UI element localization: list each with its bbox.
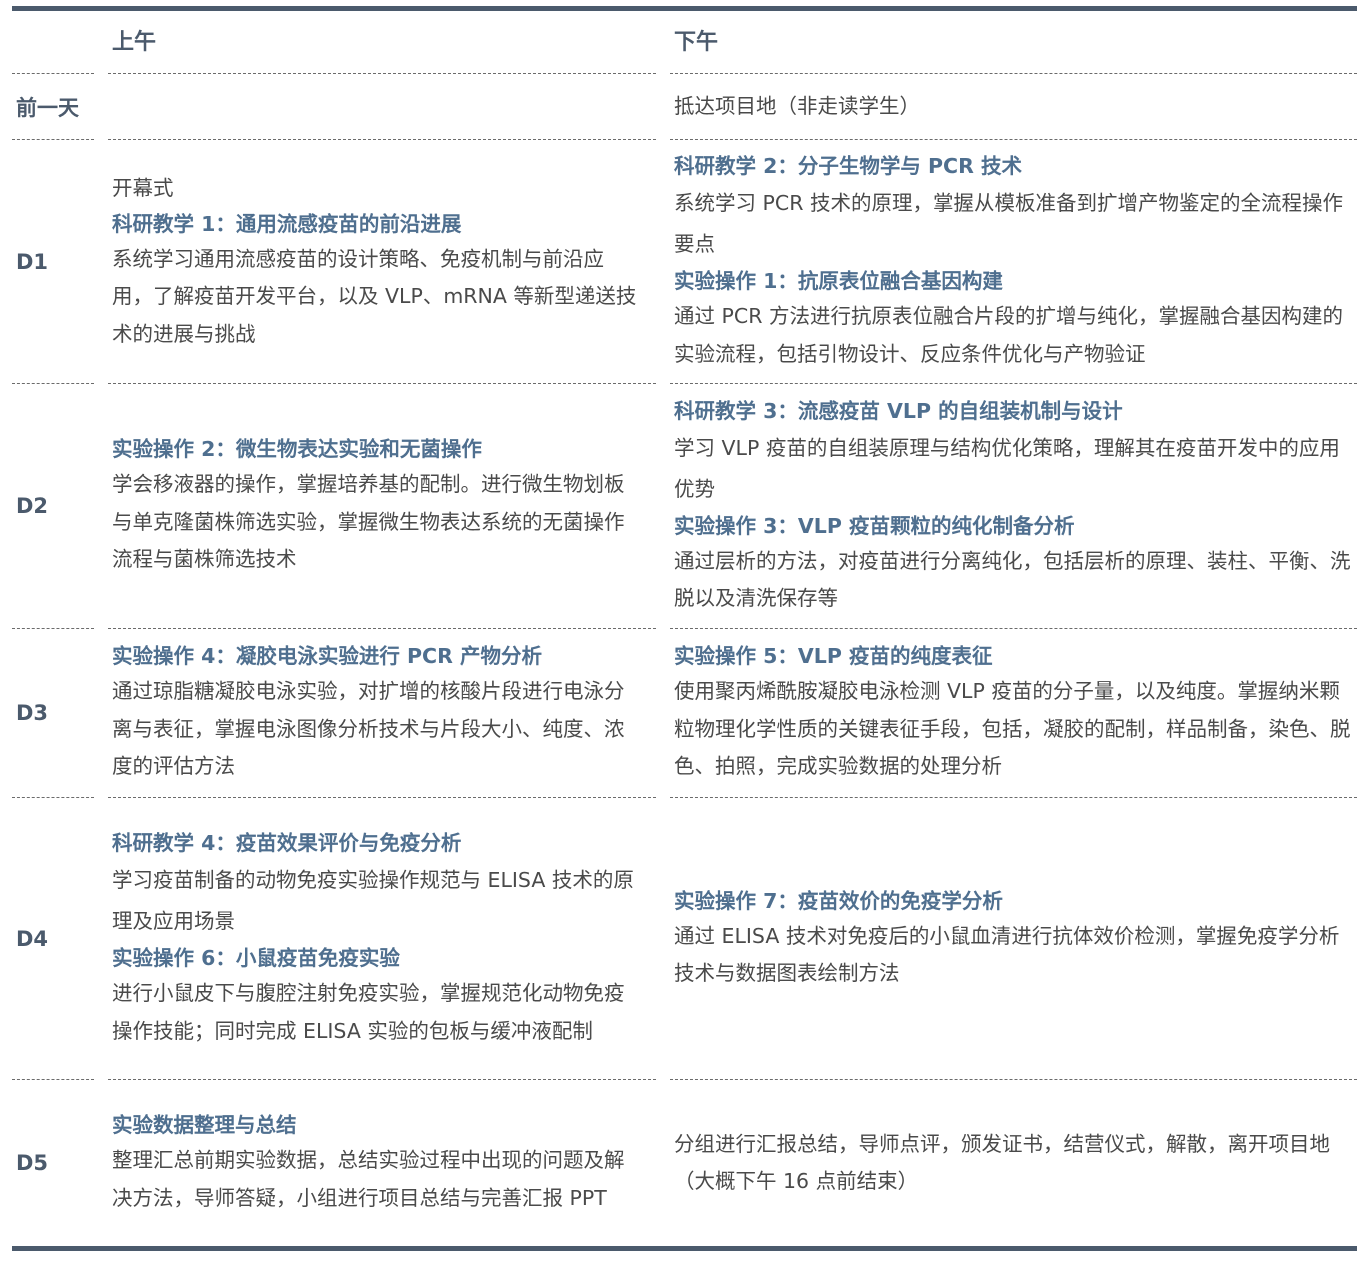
afternoon-cell: 实验操作 7：疫苗效价的免疫学分析 通过 ELISA 技术对免疫后的小鼠血清进行… xyxy=(674,798,1356,1079)
activity-title: 实验操作 1：抗原表位融合基因构建 xyxy=(674,269,1003,293)
afternoon-cell: 科研教学 2：分子生物学与 PCR 技术 系统学习 PCR 技术的原理，掌握从模… xyxy=(674,140,1356,383)
afternoon-cell: 抵达项目地（非走读学生） xyxy=(674,74,1356,139)
activity-title: 科研教学 1：通用流感疫苗的前沿进展 xyxy=(112,211,462,236)
afternoon-cell: 科研教学 3：流感疫苗 VLP 的自组装机制与设计 学习 VLP 疫苗的自组装原… xyxy=(674,384,1356,628)
activity-desc: 抵达项目地（非走读学生） xyxy=(674,93,920,118)
morning-cell: 实验操作 2：微生物表达实验和无菌操作 学会移液器的操作，掌握培养基的配制。进行… xyxy=(112,384,642,628)
morning-cell: 开幕式 科研教学 1：通用流感疫苗的前沿进展 系统学习通用流感疫苗的设计策略、免… xyxy=(112,140,642,383)
day-label: D4 xyxy=(16,926,49,951)
activity-title: 实验操作 7：疫苗效价的免疫学分析 xyxy=(674,888,1003,913)
activity-title: 科研教学 4：疫苗效果评价与免疫分析 xyxy=(112,831,462,855)
activity-title: 实验操作 5：VLP 疫苗的纯度表征 xyxy=(674,644,993,669)
afternoon-cell: 实验操作 5：VLP 疫苗的纯度表征 使用聚丙烯酰胺凝胶电泳检测 VLP 疫苗的… xyxy=(674,629,1356,797)
day-label: D2 xyxy=(16,494,49,518)
table-top-rule xyxy=(12,6,1357,11)
day-label: D3 xyxy=(16,701,49,725)
activity-desc: 通过 ELISA 技术对免疫后的小鼠血清进行抗体效价检测，掌握免疫学分析技术与数… xyxy=(674,923,1340,986)
day-label: D5 xyxy=(16,1151,49,1175)
activity-desc: 通过琼脂糖凝胶电泳实验，对扩增的核酸片段进行电泳分离与表征，掌握电泳图像分析技术… xyxy=(112,679,625,779)
activity-desc: 通过层析的方法，对疫苗进行分离纯化，包括层析的原理、装柱、平衡、洗脱以及清洗保存… xyxy=(674,548,1351,611)
table-bottom-rule xyxy=(12,1246,1357,1251)
activity-desc: 通过 PCR 方法进行抗原表位融合片段的扩增与纯化，掌握融合基因构建的实验流程，… xyxy=(674,304,1343,366)
activity-desc: 学会移液器的操作，掌握培养基的配制。进行微生物划板与单克隆菌株筛选实验，掌握微生… xyxy=(112,472,625,572)
activity-desc: 学习疫苗制备的动物免疫实验操作规范与 ELISA 技术的原理及应用场景 xyxy=(112,868,634,933)
activity-desc: 分组进行汇报总结，导师点评，颁发证书，结营仪式，解散，离开项目地（大概下午 16… xyxy=(674,1131,1330,1194)
activity-title: 实验操作 2：微生物表达实验和无菌操作 xyxy=(112,437,482,462)
afternoon-cell: 分组进行汇报总结，导师点评，颁发证书，结营仪式，解散，离开项目地（大概下午 16… xyxy=(674,1080,1356,1246)
morning-cell: 实验数据整理与总结 整理汇总前期实验数据，总结实验过程中出现的问题及解决方法，导… xyxy=(112,1080,642,1246)
activity-title: 科研教学 3：流感疫苗 VLP 的自组装机制与设计 xyxy=(674,398,1123,423)
activity-title: 科研教学 2：分子生物学与 PCR 技术 xyxy=(674,154,1023,178)
activity-desc: 学习 VLP 疫苗的自组装原理与结构优化策略，理解其在疫苗开发中的应用优势 xyxy=(674,435,1340,501)
activity-desc: 系统学习 PCR 技术的原理，掌握从模板准备到扩增产物鉴定的全流程操作要点 xyxy=(674,191,1343,256)
day-label: 前一天 xyxy=(16,95,79,120)
activity-desc: 整理汇总前期实验数据，总结实验过程中出现的问题及解决方法，导师答疑，小组进行项目… xyxy=(112,1148,625,1210)
activity-desc: 进行小鼠皮下与腹腔注射免疫实验，掌握规范化动物免疫操作技能；同时完成 ELISA… xyxy=(112,981,625,1043)
schedule-table: 上午 下午 前一天 抵达项目地（非走读学生） D1 开幕式 科研教学 1：通用流… xyxy=(0,0,1367,1265)
activity-title: 实验操作 6：小鼠疫苗免疫实验 xyxy=(112,946,400,970)
activity-desc: 系统学习通用流感疫苗的设计策略、免疫机制与前沿应用，了解疫苗开发平台，以及 VL… xyxy=(112,246,637,346)
day-label: D1 xyxy=(16,249,49,274)
activity-title: 实验操作 4：凝胶电泳实验进行 PCR 产物分析 xyxy=(112,644,543,669)
morning-cell: 实验操作 4：凝胶电泳实验进行 PCR 产物分析 通过琼脂糖凝胶电泳实验，对扩增… xyxy=(112,629,642,797)
header-morning: 上午 xyxy=(112,30,157,55)
activity-desc: 开幕式 xyxy=(112,176,174,200)
morning-cell: 科研教学 4：疫苗效果评价与免疫分析 学习疫苗制备的动物免疫实验操作规范与 EL… xyxy=(112,798,642,1079)
activity-desc: 使用聚丙烯酰胺凝胶电泳检测 VLP 疫苗的分子量，以及纯度。掌握纳米颗粒物理化学… xyxy=(674,679,1351,779)
header-afternoon: 下午 xyxy=(674,30,719,55)
activity-title: 实验操作 3：VLP 疫苗颗粒的纯化制备分析 xyxy=(674,513,1075,538)
activity-title: 实验数据整理与总结 xyxy=(112,1113,297,1137)
